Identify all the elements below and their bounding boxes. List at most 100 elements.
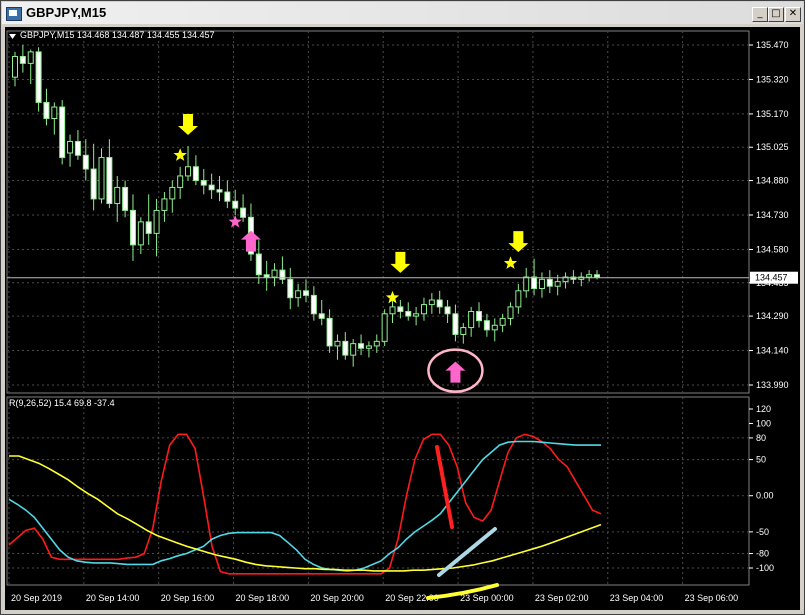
candle-body <box>538 278 545 290</box>
candle-body <box>51 106 58 120</box>
y-tick-label: 135.320 <box>756 74 789 84</box>
chart-svg[interactable]: 20 Sep 2019 20 Sep 14:00 20 Sep 16:00 20 Se… <box>5 27 800 610</box>
candle-body <box>586 274 593 278</box>
candle-body <box>554 281 561 287</box>
sell-arrow-icon <box>390 251 411 273</box>
x-tick-label: 23 Sep 02:00 <box>535 593 589 603</box>
candle-body <box>145 221 152 234</box>
candle-body <box>483 320 490 331</box>
y-tick-label: 134.290 <box>756 311 789 321</box>
y-tick-label: 134.140 <box>756 346 789 356</box>
y-tick-label: 0.00 <box>756 491 774 501</box>
x-tick-label: 20 Sep 2019 <box>11 593 62 603</box>
indicator-label: R(9,26,52) 15.4 69.8 -37.4 <box>9 398 115 408</box>
candle-body <box>476 310 483 322</box>
candle-body <box>35 51 42 103</box>
candle-body <box>106 157 113 205</box>
candle-body <box>59 106 66 159</box>
y-tick-label: -80 <box>756 549 769 559</box>
candle-body <box>271 269 278 278</box>
close-button[interactable]: ✕ <box>785 7 801 22</box>
candle-body <box>27 51 34 64</box>
candle-body <box>240 207 247 218</box>
x-tick-label: 23 Sep 06:00 <box>685 593 739 603</box>
candle-body <box>161 198 168 211</box>
candle-body <box>350 343 357 356</box>
triangle-down-icon[interactable] <box>9 34 16 39</box>
candle-body <box>428 299 435 306</box>
chart-window-icon <box>6 7 22 21</box>
minimize-button[interactable]: _ <box>752 7 768 22</box>
candle-body <box>334 340 341 347</box>
candle-body <box>303 290 309 296</box>
candle-body <box>381 313 388 342</box>
candle-body <box>413 313 420 317</box>
candle-body <box>200 180 207 186</box>
candle-body <box>295 290 302 299</box>
close-icon: ✕ <box>788 8 798 19</box>
x-tick-label: 20 Sep 20:00 <box>310 593 364 603</box>
candle-body <box>216 189 223 193</box>
red-indicator-line <box>8 433 602 575</box>
x-tick-label: 23 Sep 00:00 <box>460 593 514 603</box>
candle-body <box>224 191 231 202</box>
y-tick-label: 134.580 <box>756 244 789 254</box>
y-tick-label: -50 <box>756 527 769 537</box>
candle-body <box>287 278 294 299</box>
x-tick-label: 20 Sep 14:00 <box>86 593 140 603</box>
candle-body <box>67 140 74 154</box>
current-price-label: 134.457 <box>755 273 788 283</box>
candle-body <box>82 154 89 170</box>
candle-body <box>365 345 372 349</box>
star-icon <box>228 214 242 228</box>
candle-body <box>436 299 443 308</box>
candle-body <box>389 306 396 315</box>
candle-body <box>263 274 270 278</box>
candle-body <box>122 186 129 211</box>
y-tick-label: 134.730 <box>756 210 789 220</box>
x-tick-label: 23 Sep 04:00 <box>610 593 664 603</box>
candle-body <box>19 55 26 64</box>
candle-body <box>232 200 239 209</box>
main-pane-frame <box>6 30 750 394</box>
y-tick-label: 135.470 <box>756 40 789 50</box>
candle-body <box>153 209 160 234</box>
candle-body <box>12 55 18 78</box>
candle-body <box>523 276 530 292</box>
candle-body <box>515 290 522 308</box>
candle-body <box>358 343 365 349</box>
restore-button[interactable]: □ <box>768 7 784 22</box>
candle-body <box>114 186 121 205</box>
candle-body <box>491 324 498 331</box>
minimize-icon: _ <box>757 8 763 19</box>
candle-body <box>208 184 215 191</box>
restore-icon: □ <box>771 8 781 19</box>
candle-body <box>397 306 404 312</box>
symbol-info: GBPJPY,M15 134.468 134.487 134.455 134.4… <box>20 30 215 40</box>
buy-arrow-icon <box>240 230 261 252</box>
candle-body <box>185 166 192 177</box>
sell-arrow-icon <box>508 231 529 253</box>
candle-body <box>507 306 514 319</box>
y-tick-label: 134.880 <box>756 176 789 186</box>
candle-body <box>444 306 451 315</box>
candle-body <box>499 317 506 326</box>
x-tick-label: 20 Sep 16:00 <box>161 593 215 603</box>
y-tick-label: 120 <box>756 404 771 414</box>
star-icon <box>503 256 518 269</box>
chart-window: GBPJPY,M15 _ □ ✕ 20 Sep 2019 20 Sep 14:00… <box>0 0 805 615</box>
y-tick-label: 135.025 <box>756 142 789 152</box>
title-bar[interactable]: GBPJPY,M15 _ □ ✕ <box>2 2 803 24</box>
candle-body <box>192 166 199 182</box>
candle-body <box>74 140 81 156</box>
candle-body <box>420 304 427 315</box>
candle-body <box>373 340 380 347</box>
y-tick-label: 133.990 <box>756 380 789 390</box>
candle-body <box>90 168 97 200</box>
candle-body <box>169 186 176 200</box>
sell-arrow-icon <box>178 114 199 135</box>
chart-area[interactable]: 20 Sep 2019 20 Sep 14:00 20 Sep 16:00 20 Se… <box>5 27 800 610</box>
y-tick-label: 80 <box>756 433 766 443</box>
candle-body <box>452 313 459 335</box>
candle-body <box>137 221 144 246</box>
